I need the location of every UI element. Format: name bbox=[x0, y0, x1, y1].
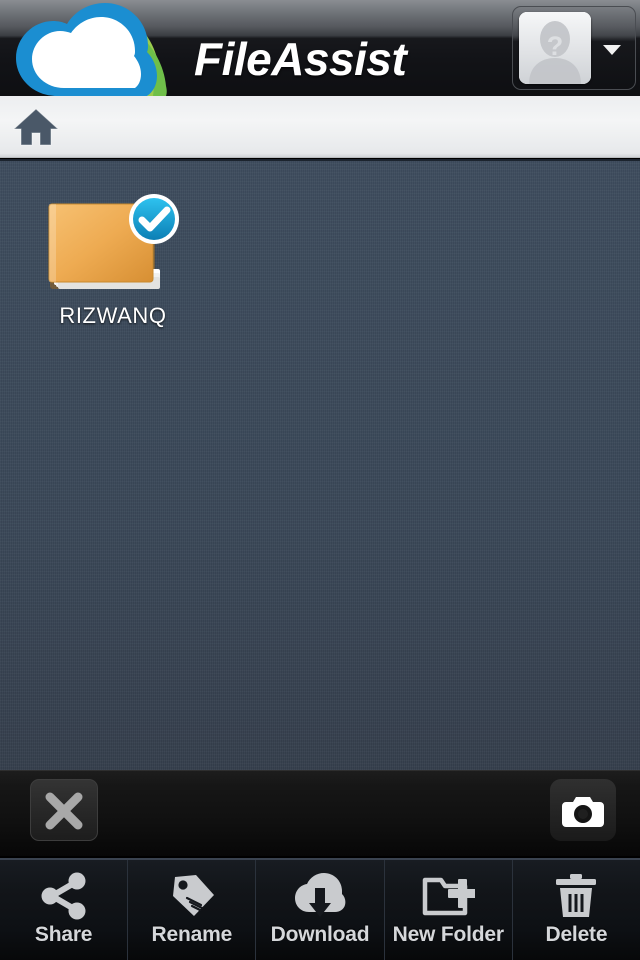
folder-plus-icon bbox=[421, 869, 476, 923]
list-item-label: RIZWANQ bbox=[59, 303, 167, 328]
profile-menu-button[interactable]: ? bbox=[512, 6, 636, 90]
download-button[interactable]: Download bbox=[256, 860, 385, 960]
folder-icon[interactable] bbox=[38, 193, 188, 305]
camera-button[interactable] bbox=[550, 779, 616, 841]
svg-text:?: ? bbox=[547, 31, 564, 61]
home-button[interactable] bbox=[12, 104, 60, 150]
list-item[interactable]: RIZWANQ bbox=[38, 193, 188, 343]
avatar[interactable]: ? bbox=[519, 12, 591, 84]
app-header: FileAssist ? bbox=[0, 0, 640, 96]
breadcrumb bbox=[0, 96, 640, 158]
trash-icon bbox=[550, 869, 602, 923]
close-x-icon bbox=[45, 792, 83, 830]
cloud-download-icon bbox=[293, 869, 347, 923]
rename-label: Rename bbox=[151, 923, 233, 946]
tag-icon bbox=[166, 869, 218, 923]
app-window: FileAssist ? RIZWANQ Share Rename Downlo… bbox=[0, 0, 640, 960]
new-folder-label: New Folder bbox=[392, 923, 504, 946]
camera-icon bbox=[562, 797, 604, 827]
storage-bar: 57.1 MB / 1 GB bbox=[0, 770, 640, 856]
delete-button[interactable]: Delete bbox=[513, 860, 640, 960]
chevron-down-icon[interactable] bbox=[603, 45, 621, 55]
download-label: Download bbox=[270, 923, 370, 946]
cloud-leaf-logo bbox=[8, 2, 193, 96]
rename-button[interactable]: Rename bbox=[128, 860, 257, 960]
new-folder-button[interactable]: New Folder bbox=[385, 860, 513, 960]
close-button[interactable] bbox=[30, 779, 98, 841]
page-title: FileAssist bbox=[194, 33, 407, 85]
share-label: Share bbox=[34, 923, 93, 946]
check-circle-icon bbox=[129, 194, 179, 244]
action-toolbar: Share Rename Download New Folder Delete bbox=[0, 858, 640, 960]
share-nodes-icon bbox=[38, 869, 90, 923]
file-grid: RIZWANQ bbox=[0, 159, 640, 770]
share-button[interactable]: Share bbox=[0, 860, 129, 960]
delete-label: Delete bbox=[545, 923, 608, 946]
